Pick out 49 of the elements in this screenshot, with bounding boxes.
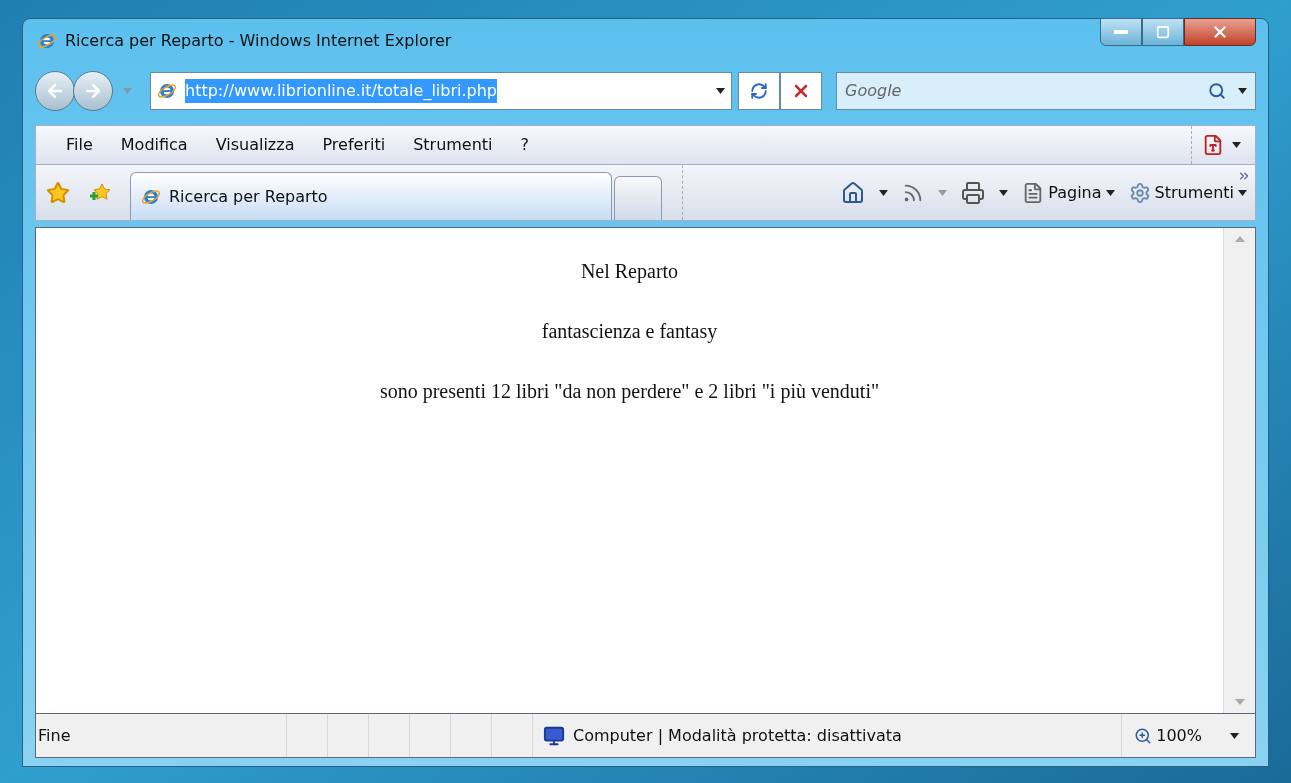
- menu-item[interactable]: Modifica: [106, 133, 202, 157]
- refresh-icon: [750, 82, 768, 100]
- caret-icon[interactable]: [1105, 189, 1115, 196]
- page-text: fantascienza e fantasy: [541, 319, 718, 345]
- menu-item[interactable]: ?: [506, 133, 544, 157]
- search-dropdown-icon[interactable]: [1238, 88, 1247, 94]
- maximize-icon: [1156, 25, 1170, 39]
- forward-button[interactable]: [73, 71, 113, 111]
- new-tab-button[interactable]: [614, 176, 662, 220]
- refresh-button[interactable]: [738, 72, 780, 110]
- status-text: Fine: [37, 724, 72, 747]
- favorites-star-icon[interactable]: [46, 180, 70, 205]
- stop-button[interactable]: [780, 72, 822, 110]
- search-box[interactable]: Google: [836, 72, 1256, 110]
- minimize-icon: [1114, 30, 1128, 34]
- close-button[interactable]: [1184, 18, 1256, 46]
- zoom-dropdown-icon[interactable]: [1230, 732, 1239, 739]
- forward-arrow-icon: [83, 81, 103, 101]
- print-icon[interactable]: [961, 180, 986, 205]
- home-dropdown-icon[interactable]: [879, 189, 889, 196]
- menu-item[interactable]: Strumenti: [399, 133, 507, 157]
- maximize-button[interactable]: [1142, 18, 1184, 46]
- search-field[interactable]: Google: [845, 79, 1196, 103]
- print-dropdown-icon[interactable]: [999, 189, 1009, 196]
- settings-icon: [1128, 181, 1151, 204]
- pdf-dropdown-icon[interactable]: [1232, 142, 1241, 148]
- caret-icon[interactable]: [1238, 189, 1247, 196]
- computer-icon: [543, 724, 565, 747]
- address-text: http://www.librionline.it/totale_libri.php: [185, 79, 497, 103]
- page-text: sono presenti 12 libri "da non perdere" e 2 libri "i più venduti": [379, 379, 880, 405]
- back-button[interactable]: [35, 71, 75, 111]
- page-menu-button[interactable]: Pagina: [1022, 180, 1115, 205]
- minimize-button[interactable]: [1100, 18, 1142, 46]
- page-text: Nel Reparto: [580, 259, 679, 285]
- menu-item[interactable]: Preferiti: [308, 133, 400, 157]
- window-title: Ricerca per Reparto - Windows Internet Explorer: [65, 30, 452, 52]
- close-icon: [1211, 23, 1229, 41]
- menu-item[interactable]: Visualizza: [201, 133, 309, 157]
- tools-menu-button[interactable]: Strumenti: [1128, 180, 1247, 205]
- address-dropdown-icon[interactable]: [716, 88, 725, 94]
- home-icon[interactable]: [841, 180, 866, 205]
- more-chevron-icon[interactable]: [1237, 169, 1251, 183]
- zoom-icon: [1134, 726, 1153, 745]
- search-icon[interactable]: [1208, 82, 1226, 100]
- zoom-button[interactable]: 100%: [1121, 714, 1255, 757]
- browser-logo-icon: [37, 31, 57, 51]
- security-zone[interactable]: Computer | Modalità protetta: disattivata: [573, 723, 902, 748]
- browser-tab[interactable]: Ricerca per Reparto: [130, 172, 612, 220]
- menu-item[interactable]: File: [66, 133, 107, 157]
